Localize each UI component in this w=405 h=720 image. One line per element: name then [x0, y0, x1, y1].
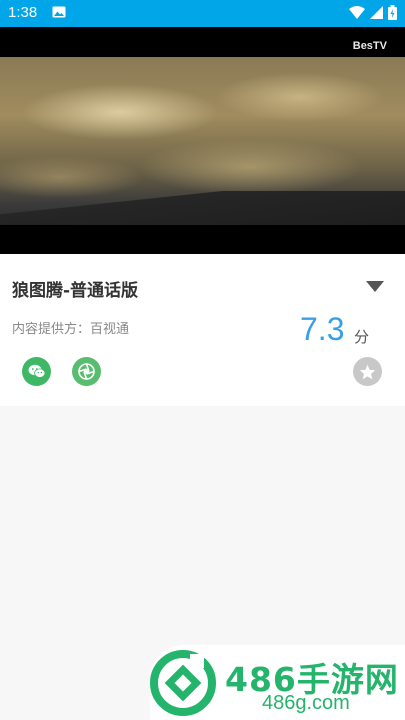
watermark: 486手游网 486g.com: [150, 645, 405, 720]
video-info-card: 狼图腾-普通话版 内容提供方：百视通 7.3 分: [0, 254, 405, 406]
video-title: 狼图腾-普通话版: [12, 281, 139, 301]
signal-icon: [370, 6, 383, 19]
battery-icon: [388, 5, 397, 20]
wechat-icon: [28, 364, 45, 378]
content-provider: 内容提供方：百视通: [12, 322, 130, 337]
site-logo-icon: [150, 650, 216, 716]
expand-arrow-icon[interactable]: [366, 281, 384, 292]
rating-score: 7.3: [300, 311, 345, 347]
image-icon: [52, 6, 66, 18]
star-icon: [359, 364, 376, 379]
rating-unit: 分: [354, 328, 370, 346]
video-channel-logo: BesTV: [352, 40, 387, 52]
share-moments-button[interactable]: [72, 357, 101, 386]
favorite-button[interactable]: [353, 357, 382, 386]
video-frame: [0, 57, 405, 225]
share-wechat-button[interactable]: [22, 357, 51, 386]
status-bar: 1:38: [0, 0, 405, 27]
wifi-icon: [349, 6, 365, 19]
watermark-url: 486g.com: [262, 692, 350, 714]
status-icons: [349, 5, 397, 20]
video-player[interactable]: BesTV: [0, 27, 405, 254]
status-time: 1:38: [8, 4, 38, 21]
moments-icon: [78, 363, 95, 380]
